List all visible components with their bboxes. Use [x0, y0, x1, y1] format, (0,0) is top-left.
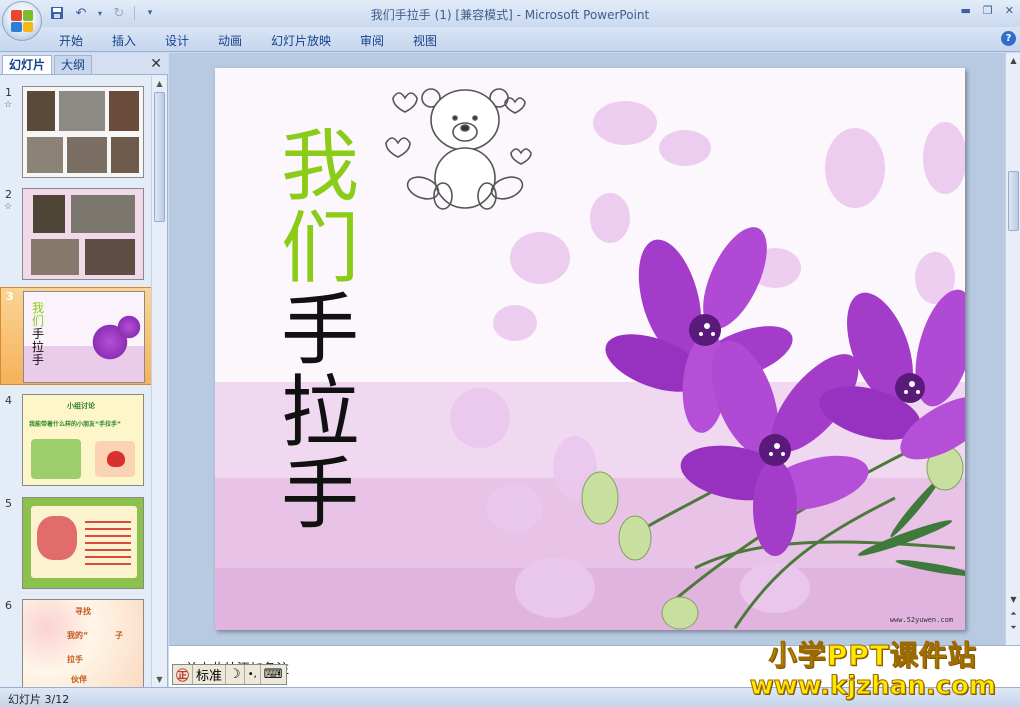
thumb-image: 小组讨论 我能带着什么样的小朋友“手拉手” — [22, 394, 144, 486]
animation-icon: ☆ — [4, 100, 13, 110]
tab-animations[interactable]: 动画 — [218, 32, 242, 49]
thumb6-text-4: 拉手 — [67, 655, 83, 664]
slide-editor: 我 们 手 拉 手 www.52yuwen.com — [169, 53, 1005, 645]
thumb-image: 我们 手拉手 — [23, 291, 145, 383]
editor-scrollbar[interactable]: ▲ ▼ ⏶ ⏷ — [1005, 53, 1020, 645]
ribbon-tabs: 开始 插入 设计 动画 幻灯片放映 审阅 视图 ? — [0, 27, 1020, 52]
punctuation-icon[interactable]: •, — [245, 665, 261, 684]
scroll-up-icon[interactable]: ▲ — [152, 76, 167, 91]
tab-slideshow[interactable]: 幻灯片放映 — [271, 32, 331, 49]
thumb6-text-5: 伙伴 — [71, 675, 87, 684]
slide-thumbnail-5[interactable]: 5 — [0, 495, 152, 591]
previous-slide-icon[interactable]: ⏶ — [1008, 608, 1019, 619]
slide-number: 4 — [5, 394, 12, 407]
minimize-icon[interactable]: ▬ — [961, 4, 971, 17]
tab-design[interactable]: 设计 — [165, 32, 189, 49]
website-credit: www.52yuwen.com — [889, 616, 953, 624]
slide-number: 6 — [5, 599, 12, 612]
tab-view[interactable]: 视图 — [413, 32, 437, 49]
window-controls: ▬ ❐ ✕ — [961, 4, 1015, 17]
slide-thumbnail-3[interactable]: 3 我们 手拉手 — [0, 287, 152, 385]
tab-slides[interactable]: 幻灯片 — [2, 55, 53, 74]
pane-tabs: 幻灯片 大纲 ✕ — [0, 53, 168, 75]
scroll-up-icon[interactable]: ▲ — [1008, 55, 1019, 66]
slide-number: 1 — [5, 86, 12, 99]
tab-insert[interactable]: 插入 — [112, 32, 136, 49]
thumb6-text-2: 我的“ — [67, 631, 89, 640]
watermark-line-2: www.kjzhan.com — [749, 671, 996, 701]
slide-thumbnail-2[interactable]: 2 ☆ — [0, 186, 152, 282]
title-char-2: 们 — [280, 204, 359, 294]
close-pane-icon[interactable]: ✕ — [150, 56, 162, 72]
powerpoint-window: ↶ ▾ ↻ ▾ 我们手拉手 (1) [兼容模式] - Microsoft Pow… — [0, 0, 1020, 707]
thumb6-text-1: 寻找 — [75, 607, 91, 616]
slide-counter: 幻灯片 3/12 — [8, 693, 70, 706]
thumb-image — [22, 497, 144, 589]
ime-mode-button[interactable]: 标准 — [193, 665, 227, 684]
slide-number: 5 — [5, 497, 12, 510]
slide-number: 2 — [5, 188, 12, 201]
watermark-line-1: 小学PPT课件站 — [768, 639, 977, 672]
animation-icon: ☆ — [4, 202, 13, 212]
close-window-icon[interactable]: ✕ — [1005, 4, 1014, 17]
slide-thumbnails: 1 ☆ 2 ☆ 3 我 们 手 拉 手 4 小组讨论 我能带着什么样的小朋友“手… — [0, 76, 152, 687]
thumb-image — [22, 86, 144, 178]
scroll-thumb[interactable] — [154, 92, 165, 222]
help-icon[interactable]: ? — [1001, 31, 1016, 46]
ime-toolbar: ㊣ 标准 ☽ •, ⌨ — [172, 664, 287, 685]
moon-icon[interactable]: ☽ — [226, 665, 245, 684]
slide-thumbnail-6[interactable]: 6 寻找 我的“ 子 拉手 伙伴 — [0, 597, 152, 687]
title-char-4: 拉 — [280, 368, 359, 458]
restore-icon[interactable]: ❐ — [983, 4, 993, 17]
title-char-1: 我 — [280, 122, 359, 212]
editor-scroll-thumb[interactable] — [1008, 171, 1019, 231]
title-bar: ↶ ▾ ↻ ▾ 我们手拉手 (1) [兼容模式] - Microsoft Pow… — [0, 0, 1020, 41]
thumbnails-scrollbar[interactable]: ▲ ▼ — [151, 76, 167, 687]
slide-title[interactable]: 我 们 手 拉 手 — [275, 126, 365, 536]
scroll-down-icon[interactable]: ▼ — [1008, 594, 1019, 605]
site-watermark: 小学PPT课件站 www.kjzhan.com — [749, 639, 996, 701]
scroll-down-icon[interactable]: ▼ — [152, 672, 167, 687]
slide-thumbnail-4[interactable]: 4 小组讨论 我能带着什么样的小朋友“手拉手” — [0, 392, 152, 488]
slide-number: 3 — [6, 290, 14, 303]
next-slide-icon[interactable]: ⏷ — [1008, 622, 1019, 633]
tab-review[interactable]: 审阅 — [360, 32, 384, 49]
window-title: 我们手拉手 (1) [兼容模式] - Microsoft PowerPoint — [370, 8, 650, 22]
tab-home[interactable]: 开始 — [59, 32, 83, 49]
office-logo-icon — [11, 10, 33, 32]
thumb4-subtitle: 我能带着什么样的小朋友“手拉手” — [29, 421, 121, 428]
slide-thumbnail-1[interactable]: 1 ☆ — [0, 84, 152, 180]
thumb4-heading: 小组讨论 — [67, 402, 95, 410]
thumb6-text-3: 子 — [115, 631, 123, 640]
current-slide[interactable]: 我 们 手 拉 手 www.52yuwen.com — [215, 68, 965, 630]
keyboard-icon[interactable]: ⌨ — [261, 665, 286, 684]
office-button[interactable] — [2, 1, 42, 41]
slides-pane: 幻灯片 大纲 ✕ 1 ☆ 2 ☆ 3 我 们 手 拉 手 4 小组讨论 我能带着… — [0, 53, 168, 687]
title-char-3: 手 — [280, 286, 359, 376]
tab-outline[interactable]: 大纲 — [54, 55, 93, 74]
ime-logo-icon[interactable]: ㊣ — [173, 665, 194, 684]
thumb-image — [22, 188, 144, 280]
thumb-image: 寻找 我的“ 子 拉手 伙伴 — [22, 599, 144, 687]
title-char-5: 手 — [280, 450, 359, 540]
